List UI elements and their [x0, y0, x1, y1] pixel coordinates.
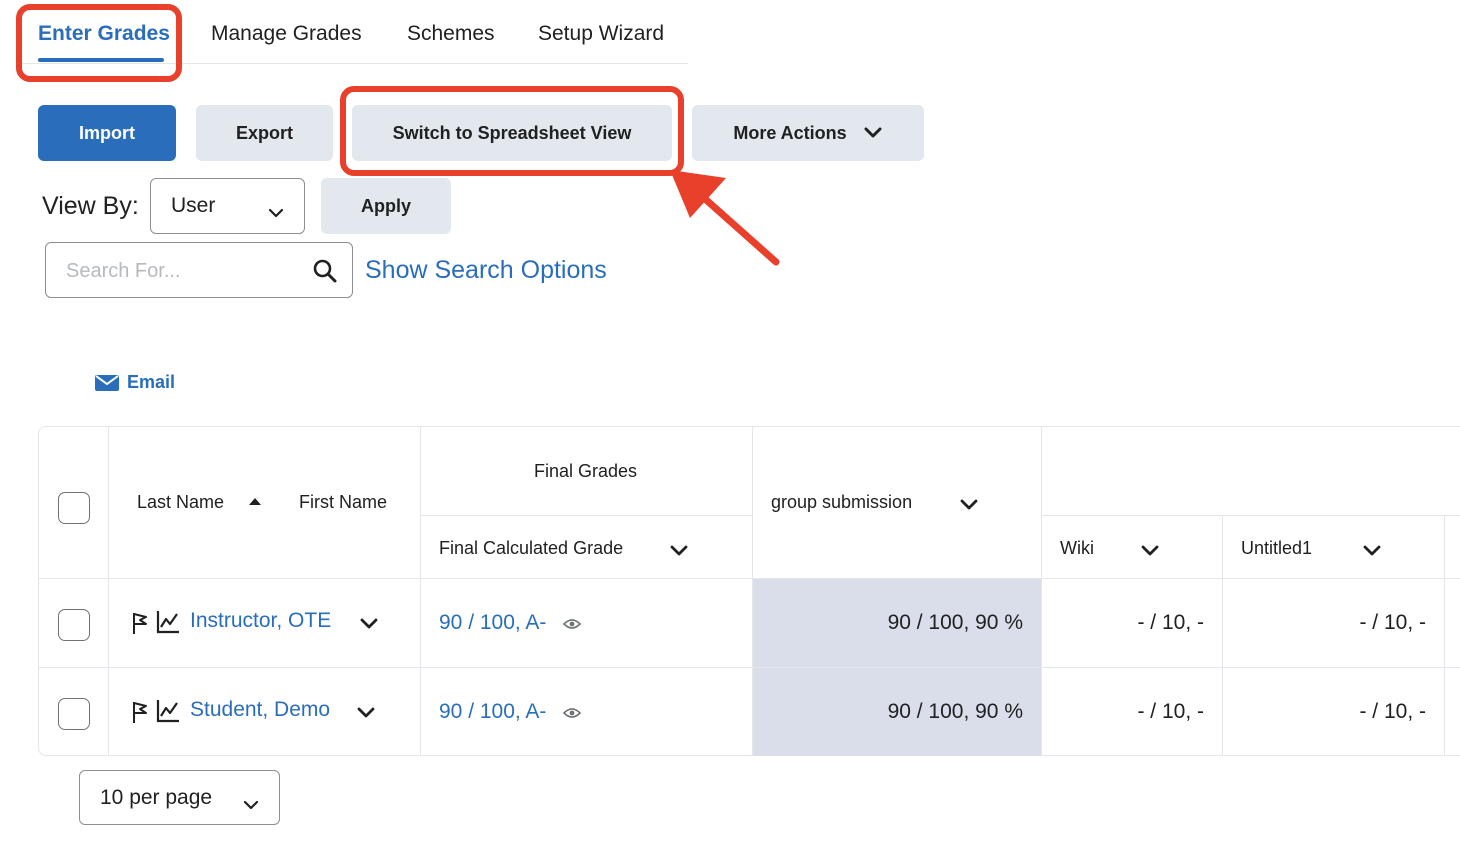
- last-name-header[interactable]: Last Name: [137, 492, 224, 513]
- chevron-down-icon[interactable]: [359, 617, 379, 630]
- row-checkbox[interactable]: [58, 698, 90, 730]
- table-row-select-cell: [38, 668, 109, 756]
- final-grades-header: Final Grades: [421, 426, 753, 516]
- chevron-down-icon[interactable]: [959, 498, 979, 511]
- tab-setup-wizard[interactable]: Setup Wizard: [538, 22, 664, 46]
- untitled1-value: - / 10, -: [1359, 700, 1426, 723]
- final-grade-cell: 90 / 100, A-: [421, 579, 753, 668]
- group-submission-value: 90 / 100, 90 %: [887, 611, 1023, 634]
- untitled1-label: Untitled1: [1241, 538, 1313, 558]
- wiki-cell[interactable]: - / 10, -: [1042, 579, 1223, 668]
- final-grades-label: Final Grades: [534, 461, 638, 481]
- chevron-down-icon: [243, 793, 259, 817]
- wiki-cell[interactable]: - / 10, -: [1042, 668, 1223, 756]
- wiki-header: Wiki: [1042, 516, 1223, 579]
- group-submission-header: group submission: [753, 426, 1042, 579]
- next-column-header: [1445, 516, 1460, 579]
- eye-icon: [563, 707, 581, 719]
- final-grade-link[interactable]: 90 / 100, A-: [439, 611, 546, 635]
- grades-table: Last Name First Name Final Grades Final …: [38, 426, 1460, 756]
- group-submission-value: 90 / 100, 90 %: [887, 700, 1023, 723]
- table-row-name-cell: Student, Demo: [109, 668, 421, 756]
- final-grade-cell: 90 / 100, A-: [421, 668, 753, 756]
- wiki-label: Wiki: [1060, 538, 1094, 558]
- spreadsheet-callout: [340, 86, 684, 176]
- per-page-value: 10 per page: [100, 785, 213, 809]
- view-by-selected: User: [171, 194, 216, 217]
- more-actions-button[interactable]: More Actions: [692, 105, 924, 161]
- flag-icon[interactable]: [131, 700, 149, 724]
- tab-manage-grades[interactable]: Manage Grades: [211, 22, 362, 46]
- export-button[interactable]: Export: [196, 105, 333, 161]
- wiki-value: - / 10, -: [1137, 700, 1204, 723]
- final-calculated-header: Final Calculated Grade: [421, 516, 753, 579]
- email-icon: [94, 374, 120, 392]
- untitled1-header: Untitled1: [1223, 516, 1445, 579]
- category-header: [1042, 426, 1460, 516]
- group-submission-label: group submission: [771, 492, 913, 512]
- search-icon[interactable]: [312, 258, 338, 289]
- row-checkbox[interactable]: [58, 609, 90, 641]
- import-button[interactable]: Import: [38, 105, 176, 161]
- view-by-label: View By:: [42, 192, 139, 220]
- header-select-cell: [38, 426, 109, 579]
- email-label: Email: [127, 372, 176, 392]
- stats-icon[interactable]: [155, 609, 181, 635]
- first-name-header[interactable]: First Name: [299, 492, 387, 513]
- search-box: [45, 242, 353, 298]
- group-submission-cell[interactable]: 90 / 100, 90 %: [753, 579, 1042, 668]
- untitled1-value: - / 10, -: [1359, 611, 1426, 634]
- apply-button[interactable]: Apply: [321, 178, 451, 234]
- final-calculated-label: Final Calculated Grade: [439, 538, 624, 558]
- user-name-link[interactable]: Student, Demo: [190, 698, 330, 722]
- stats-icon[interactable]: [155, 698, 181, 724]
- chevron-down-icon[interactable]: [356, 706, 376, 719]
- arrow-icon: [670, 170, 780, 266]
- show-search-options-link[interactable]: Show Search Options: [365, 256, 607, 285]
- eye-icon: [563, 618, 581, 630]
- chevron-down-icon: [268, 201, 284, 225]
- next-column-cell: [1445, 668, 1460, 756]
- next-column-cell: [1445, 579, 1460, 668]
- user-name-link[interactable]: Instructor, OTE: [190, 609, 331, 633]
- view-by-select[interactable]: User: [150, 178, 305, 234]
- per-page-select[interactable]: 10 per page: [79, 770, 280, 825]
- chevron-down-icon[interactable]: [669, 544, 689, 557]
- flag-icon[interactable]: [131, 611, 149, 635]
- table-row-select-cell: [38, 579, 109, 668]
- tab-schemes[interactable]: Schemes: [407, 22, 495, 46]
- chevron-down-icon[interactable]: [1140, 544, 1160, 557]
- more-actions-label: More Actions: [733, 122, 847, 143]
- chevron-down-icon: [863, 126, 883, 140]
- select-all-checkbox[interactable]: [58, 492, 90, 524]
- search-input[interactable]: [66, 257, 306, 285]
- sort-ascending-icon[interactable]: [247, 496, 263, 506]
- untitled1-cell[interactable]: - / 10, -: [1223, 668, 1445, 756]
- untitled1-cell[interactable]: - / 10, -: [1223, 579, 1445, 668]
- chevron-down-icon[interactable]: [1362, 544, 1382, 557]
- wiki-value: - / 10, -: [1137, 611, 1204, 634]
- enter-grades-callout: [16, 4, 182, 82]
- table-row-name-cell: Instructor, OTE: [109, 579, 421, 668]
- header-name-cell: Last Name First Name: [109, 426, 421, 579]
- final-grade-link[interactable]: 90 / 100, A-: [439, 700, 546, 724]
- email-button[interactable]: Email: [94, 372, 175, 393]
- group-submission-cell[interactable]: 90 / 100, 90 %: [753, 668, 1042, 756]
